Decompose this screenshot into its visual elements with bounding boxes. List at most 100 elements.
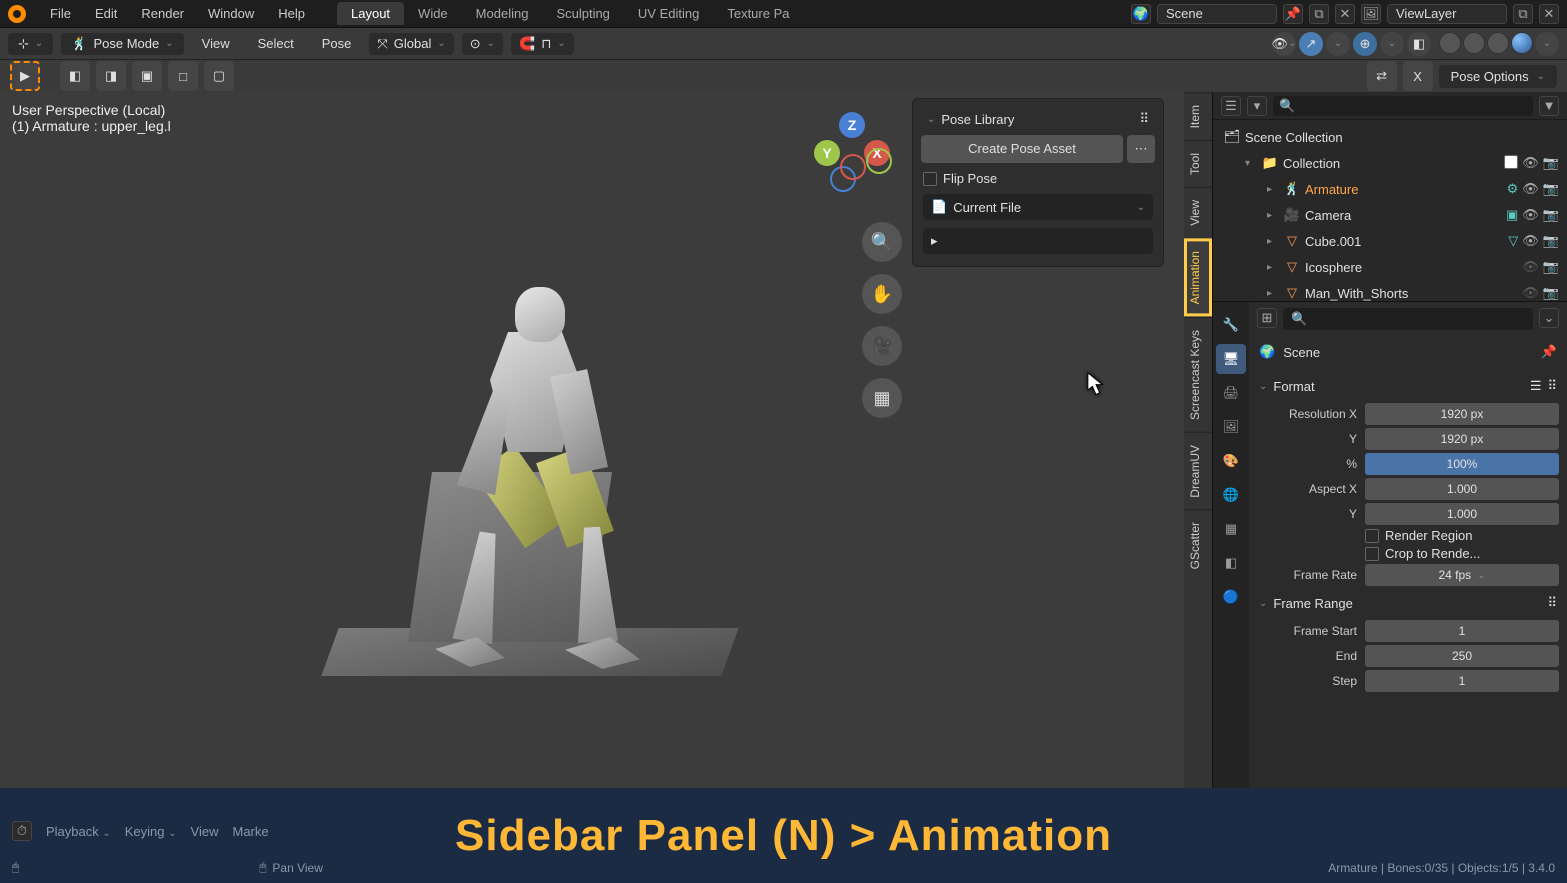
ptab-modifier[interactable]: 🔵 xyxy=(1216,582,1246,612)
props-type-icon[interactable]: ⊞ xyxy=(1257,308,1277,328)
shading-matpreview[interactable] xyxy=(1487,32,1509,54)
resolution-x-field[interactable]: 1920 px xyxy=(1365,403,1559,425)
zoom-icon[interactable]: 🔍 xyxy=(862,222,902,262)
tree-armature[interactable]: ▸🕺 Armature ⚙👁📷 xyxy=(1213,176,1567,202)
tree-collection[interactable]: ▾📁 Collection 👁📷 xyxy=(1213,150,1567,176)
ws-tab-wide[interactable]: Wide xyxy=(404,2,462,25)
camera-icon[interactable]: 📷 xyxy=(1543,259,1559,275)
create-pose-asset-button[interactable]: Create Pose Asset xyxy=(921,135,1123,163)
visibility-dropdown[interactable]: 👁⌄ xyxy=(1272,32,1296,56)
asset-library-dropdown[interactable]: 📄 Current File ⌄ xyxy=(923,194,1153,220)
ptab-object[interactable]: ◧ xyxy=(1216,548,1246,578)
frame-rate-dropdown[interactable]: 24 fps⌄ xyxy=(1365,564,1559,586)
outliner-type-icon[interactable]: ☰ xyxy=(1221,96,1241,116)
tree-icosphere[interactable]: ▸▽ Icosphere 👁📷 xyxy=(1213,254,1567,280)
ws-tab-sculpting[interactable]: Sculpting xyxy=(542,2,623,25)
scene-pin-icon[interactable]: 📌 xyxy=(1283,4,1303,24)
camera-icon[interactable]: 📷 xyxy=(1543,285,1559,301)
shading-dropdown[interactable]: ⌄ xyxy=(1535,32,1559,56)
vtab-screencast[interactable]: Screencast Keys xyxy=(1184,317,1212,432)
viewport-menu-view[interactable]: View xyxy=(192,36,240,51)
menu-window[interactable]: Window xyxy=(196,6,266,21)
gizmo-toggle[interactable]: ↗ xyxy=(1299,32,1323,56)
preset-icon[interactable]: ☰ xyxy=(1530,378,1542,394)
mirror-x-icon[interactable]: X xyxy=(1403,61,1433,91)
menu-render[interactable]: Render xyxy=(129,6,196,21)
scene-delete-icon[interactable]: ✕ xyxy=(1335,4,1355,24)
frame-step-field[interactable]: 1 xyxy=(1365,670,1559,692)
mesh-data-icon[interactable]: ▽ xyxy=(1508,233,1518,249)
gizmo-dropdown[interactable]: ⌄ xyxy=(1326,32,1350,56)
overlay-dropdown[interactable]: ⌄ xyxy=(1380,32,1404,56)
timeline-keying[interactable]: Keying ⌄ xyxy=(125,824,177,839)
props-options-icon[interactable]: ⌄ xyxy=(1539,308,1559,328)
transform-orientation[interactable]: ⤧ Global ⌄ xyxy=(369,33,453,55)
select-mode-1[interactable]: ◧ xyxy=(60,61,90,91)
scene-new-icon[interactable]: ⧉ xyxy=(1309,4,1329,24)
eye-icon[interactable]: 👁 xyxy=(1522,155,1539,171)
render-region-checkbox[interactable] xyxy=(1365,529,1379,543)
vtab-animation[interactable]: Animation xyxy=(1184,238,1212,316)
shading-wireframe[interactable] xyxy=(1439,32,1461,54)
overlay-toggle[interactable]: ⊕ xyxy=(1353,32,1377,56)
tree-cube[interactable]: ▸▽ Cube.001 ▽👁📷 xyxy=(1213,228,1567,254)
eye-icon[interactable]: 👁 xyxy=(1522,181,1539,197)
frame-end-field[interactable]: 250 xyxy=(1365,645,1559,667)
select-mode-4[interactable]: □ xyxy=(168,61,198,91)
mode-selector[interactable]: 🕺 Pose Mode ⌄ xyxy=(61,33,183,55)
tree-scene-collection[interactable]: 🗂 Scene Collection xyxy=(1213,124,1567,150)
vtab-dreamuv[interactable]: DreamUV xyxy=(1184,432,1212,510)
menu-file[interactable]: File xyxy=(38,6,83,21)
format-panel-header[interactable]: ⌄Format ☰ ⠿ xyxy=(1257,372,1559,400)
select-mode-3[interactable]: ▣ xyxy=(132,61,162,91)
select-mode-5[interactable]: ▢ xyxy=(204,61,234,91)
pose-data-icon[interactable]: ⚙ xyxy=(1507,181,1519,197)
perspective-icon[interactable]: ▦ xyxy=(862,378,902,418)
vtab-view[interactable]: View xyxy=(1184,187,1212,238)
aspect-y-field[interactable]: 1.000 xyxy=(1365,503,1559,525)
3d-viewport[interactable]: User Perspective (Local) (1) Armature : … xyxy=(0,92,1212,788)
shading-solid[interactable] xyxy=(1463,32,1485,54)
axis-y[interactable]: Y xyxy=(814,140,840,166)
ptab-collection[interactable]: ▦ xyxy=(1216,514,1246,544)
pose-options-dropdown[interactable]: Pose Options⌄ xyxy=(1439,65,1557,88)
menu-edit[interactable]: Edit xyxy=(83,6,129,21)
shading-rendered[interactable] xyxy=(1511,32,1533,54)
vtab-gscatter[interactable]: GScatter xyxy=(1184,509,1212,581)
timeline-marker[interactable]: Marke xyxy=(232,824,268,839)
vtab-tool[interactable]: Tool xyxy=(1184,140,1212,187)
tree-man[interactable]: ▸▽ Man_With_Shorts 👁📷 xyxy=(1213,280,1567,302)
flip-pose-checkbox[interactable] xyxy=(923,172,937,186)
ptab-scene[interactable]: 🎨 xyxy=(1216,446,1246,476)
scene-name-field[interactable]: Scene xyxy=(1157,4,1277,24)
outliner-filter-icon[interactable]: ▼ xyxy=(1539,96,1559,116)
axis-z[interactable]: Z xyxy=(839,112,865,138)
camera-data-icon[interactable]: ▣ xyxy=(1506,207,1518,223)
viewlayer-icon[interactable]: 🖼 xyxy=(1361,4,1381,24)
ptab-viewlayer[interactable]: 🖼 xyxy=(1216,412,1246,442)
eye-icon[interactable]: 👁 xyxy=(1522,207,1539,223)
pan-icon[interactable]: ✋ xyxy=(862,274,902,314)
pose-asset-options-icon[interactable]: ⋯ xyxy=(1127,135,1155,163)
timeline-view[interactable]: View xyxy=(191,824,219,839)
snap-dropdown[interactable]: 🧲⊓⌄ xyxy=(511,33,574,55)
vtab-item[interactable]: Item xyxy=(1184,92,1212,140)
pose-library-header[interactable]: ⌄Pose Library⠿ xyxy=(921,107,1155,131)
camera-view-icon[interactable]: 🎥 xyxy=(862,326,902,366)
outliner-display-icon[interactable]: ▾ xyxy=(1247,96,1267,116)
eye-icon[interactable]: 👁 xyxy=(1522,233,1539,249)
drag-icon[interactable]: ⠿ xyxy=(1547,595,1557,611)
frame-start-field[interactable]: 1 xyxy=(1365,620,1559,642)
timeline-playback[interactable]: Playback ⌄ xyxy=(46,824,111,839)
select-box-tool[interactable]: ▶ xyxy=(10,61,40,91)
ptab-world[interactable]: 🌐 xyxy=(1216,480,1246,510)
menu-help[interactable]: Help xyxy=(266,6,317,21)
timeline-editor-icon[interactable]: ⏱ xyxy=(12,821,32,841)
camera-icon[interactable]: 📷 xyxy=(1543,181,1559,197)
resolution-y-field[interactable]: 1920 px xyxy=(1365,428,1559,450)
viewport-menu-select[interactable]: Select xyxy=(248,36,304,51)
posed-armature-figure[interactable] xyxy=(350,272,710,692)
axis-neg-y[interactable] xyxy=(866,148,892,174)
pivot-dropdown[interactable]: ⊙⌄ xyxy=(462,33,503,55)
ptab-render[interactable]: 🖥 xyxy=(1216,344,1246,374)
